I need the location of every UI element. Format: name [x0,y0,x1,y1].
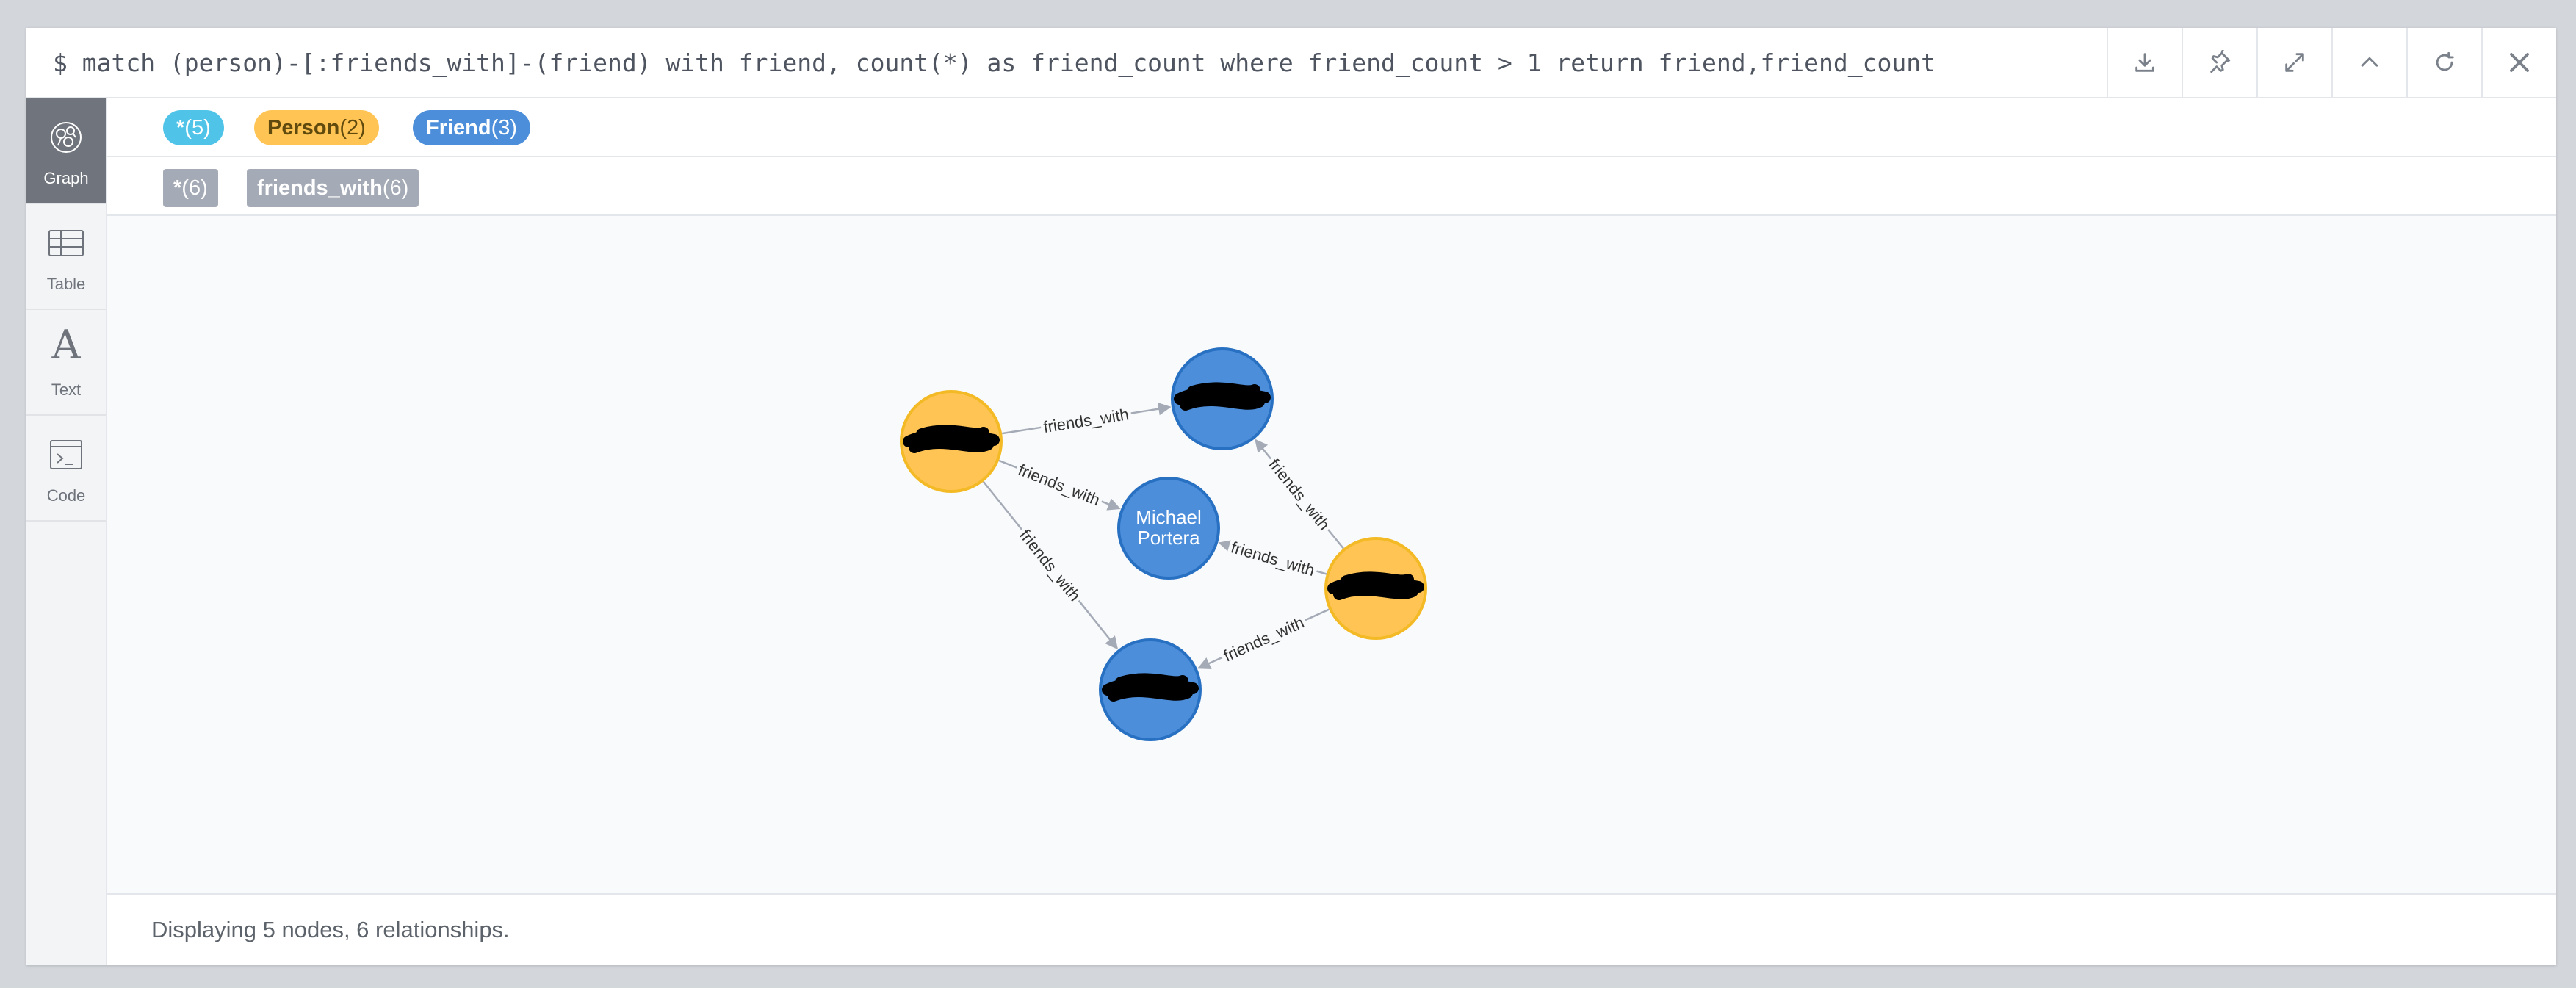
tab-text[interactable]: A Text [26,310,106,416]
graph-canvas[interactable]: friends_with friends_with friends_with frie… [107,216,2556,895]
legend-all-nodes[interactable]: *(5) [163,110,224,145]
relationship-label: friends_with [1221,613,1307,666]
status-text: Displaying 5 nodes, 6 relationships. [151,917,510,942]
tab-code[interactable]: Code [26,416,106,522]
frame-toolbar [2107,28,2556,97]
query-text[interactable]: $ match (person)-[:friends_with]-(friend… [53,28,1935,98]
relationship-label: friends_with [1016,461,1103,510]
expand-button[interactable] [2256,28,2331,97]
relationship-label: friends_with [1229,538,1317,580]
download-icon [2135,53,2154,72]
table-icon [46,223,86,263]
graph-icon [46,118,86,157]
tab-graph-label: Graph [43,169,89,187]
pin-icon [2210,50,2231,73]
result-frame: $ match (person)-[:friends_with]-(friend… [26,28,2556,965]
redacted-caption [1327,571,1424,600]
relationship-label: friends_with [1016,526,1084,605]
relationship-label: friends_with [1042,405,1130,436]
code-icon [46,435,86,475]
redacted-caption [903,425,1000,453]
legend-friend[interactable]: Friend(3) [413,110,531,145]
tab-code-label: Code [46,486,86,505]
expand-icon [2285,53,2304,72]
graph-svg[interactable]: friends_withfriends_withfriends_withfrie… [107,216,2556,893]
tab-table-label: Table [46,275,86,293]
collapse-button[interactable] [2331,28,2406,97]
legend-person[interactable]: Person(2) [254,110,379,145]
redacted-caption [1102,673,1199,702]
tab-table[interactable]: Table [26,204,106,310]
relationship-types-legend: *(6) friends_with(6) [107,157,2556,216]
rerun-icon [2436,51,2454,71]
close-icon [2510,53,2529,72]
redacted-caption [1174,382,1271,411]
collapse-up-icon [2361,57,2378,67]
tab-graph[interactable]: Graph [26,98,106,204]
node-caption: Michael [1136,506,1202,528]
node-labels-legend: *(5) Person(2) Friend(3) [107,98,2556,157]
node-caption: Portera [1137,527,1200,549]
download-button[interactable] [2107,28,2182,97]
tab-text-label: Text [51,381,82,399]
query-bar: $ match (person)-[:friends_with]-(friend… [26,28,2556,98]
close-button[interactable] [2481,28,2556,97]
legend-all-relationships[interactable]: *(6) [163,169,218,207]
status-bar: Displaying 5 nodes, 6 relationships. [107,895,2556,965]
text-icon: A [51,322,81,368]
relationship-label: friends_with [1265,455,1333,534]
legend-friends-with[interactable]: friends_with(6) [247,169,419,207]
rerun-button[interactable] [2406,28,2481,97]
pin-button[interactable] [2182,28,2256,97]
view-sidebar: Graph Table A Text Code [26,98,107,965]
